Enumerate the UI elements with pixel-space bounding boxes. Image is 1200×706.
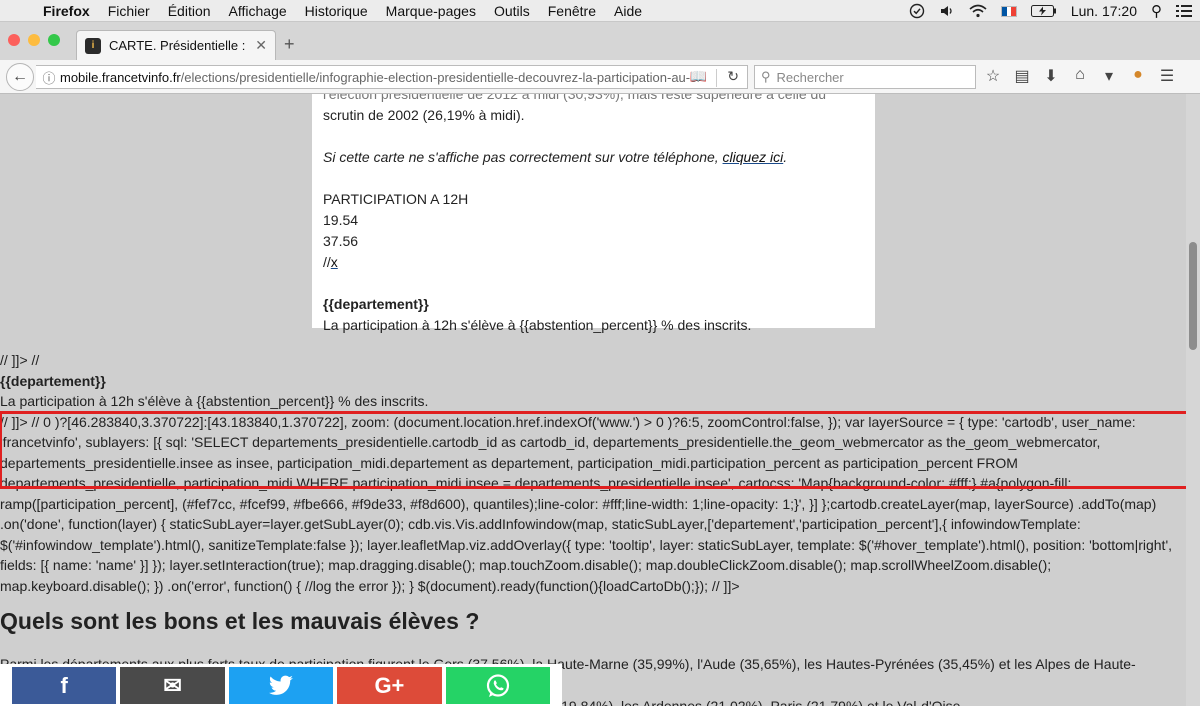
extension-icon[interactable]: ● bbox=[1129, 66, 1147, 86]
url-path: /elections/presidentielle/infographie-el… bbox=[180, 69, 697, 85]
menu-hamburger-icon[interactable]: ☰ bbox=[1158, 66, 1176, 86]
menu-edition[interactable]: Édition bbox=[159, 3, 220, 19]
window-controls bbox=[8, 34, 60, 46]
card-text-line: scrutin de 2002 (26,19% à midi). bbox=[323, 107, 525, 123]
notification-center-icon[interactable] bbox=[1176, 4, 1192, 18]
cliquez-ici-link[interactable]: cliquez ici bbox=[723, 149, 784, 165]
facebook-share-button[interactable]: f bbox=[12, 667, 117, 704]
search-placeholder: Rechercher bbox=[776, 69, 844, 85]
facebook-icon: f bbox=[60, 672, 68, 698]
card-italic-note: Si cette carte ne s'affiche pas correcte… bbox=[323, 149, 788, 165]
zoom-window-button[interactable] bbox=[48, 34, 60, 46]
wifi-icon[interactable] bbox=[969, 4, 987, 18]
tab-title: CARTE. Présidentielle : décou bbox=[109, 38, 247, 53]
volume-icon[interactable] bbox=[939, 3, 955, 19]
spotlight-search-icon[interactable]: ⚲ bbox=[1151, 2, 1162, 20]
page-scrollbar[interactable] bbox=[1186, 94, 1200, 706]
site-info-icon[interactable]: ⓘ bbox=[38, 68, 60, 87]
status-area: Lun. 17:20 ⚲ bbox=[909, 0, 1192, 22]
home-icon[interactable]: ⌂ bbox=[1071, 66, 1089, 86]
scrollbar-thumb[interactable] bbox=[1189, 242, 1197, 350]
checkmark-circle-icon[interactable] bbox=[909, 3, 925, 19]
menu-marque-pages[interactable]: Marque-pages bbox=[377, 3, 485, 19]
pocket-icon[interactable]: ▾ bbox=[1100, 66, 1118, 86]
email-share-button[interactable]: ✉ bbox=[120, 667, 225, 704]
google-plus-icon: G+ bbox=[374, 672, 405, 698]
email-icon: ✉ bbox=[163, 672, 182, 698]
google-plus-share-button[interactable]: G+ bbox=[337, 667, 442, 704]
tab-active[interactable]: i CARTE. Présidentielle : décou ✕ bbox=[76, 30, 276, 60]
raw-dept-template: {{departement}} bbox=[0, 372, 106, 389]
page-content: l'élection présidentielle de 2012 à midi… bbox=[0, 94, 1186, 706]
card-dept-text: La participation à 12h s'élève à {{abste… bbox=[323, 317, 752, 333]
close-window-button[interactable] bbox=[8, 34, 20, 46]
search-field[interactable]: ⚲ Rechercher bbox=[754, 65, 976, 89]
whatsapp-share-button[interactable]: ☏ bbox=[445, 667, 551, 704]
share-bar: f ✉ 🐦 G+ ☏ bbox=[0, 664, 562, 706]
menu-outils[interactable]: Outils bbox=[485, 3, 539, 19]
menu-aide[interactable]: Aide bbox=[605, 3, 651, 19]
menu-affichage[interactable]: Affichage bbox=[220, 3, 296, 19]
navigation-toolbar: ← ⓘ mobile.francetvinfo.fr /elections/pr… bbox=[0, 60, 1200, 94]
tab-close-icon[interactable]: ✕ bbox=[255, 37, 267, 54]
card-cut-line: l'élection présidentielle de 2012 à midi… bbox=[323, 94, 827, 102]
section-heading: Quels sont les bons et les mauvais élève… bbox=[0, 608, 480, 634]
participation-value-2: 37.56 bbox=[323, 233, 359, 249]
library-icon[interactable]: ▤ bbox=[1013, 66, 1031, 86]
twitter-icon bbox=[268, 675, 293, 695]
bookmark-star-icon[interactable]: ☆ bbox=[984, 66, 1002, 86]
whatsapp-icon bbox=[486, 673, 509, 697]
raw-dept-text: La participation à 12h s'élève à {{abste… bbox=[0, 393, 429, 409]
participation-value-1: 19.54 bbox=[323, 212, 359, 228]
reader-view-icon[interactable]: 📖 bbox=[690, 68, 707, 85]
participation-title: PARTICIPATION A 12H bbox=[323, 191, 469, 207]
article-card: l'élection présidentielle de 2012 à midi… bbox=[312, 94, 875, 333]
battery-charging-icon[interactable] bbox=[1030, 5, 1057, 17]
menu-fenetre[interactable]: Fenêtre bbox=[539, 3, 605, 19]
menu-historique[interactable]: Historique bbox=[296, 3, 377, 19]
card-dept-template: {{departement}} bbox=[323, 296, 429, 312]
menu-app-firefox[interactable]: Firefox bbox=[34, 3, 99, 19]
menu-fichier[interactable]: Fichier bbox=[99, 3, 159, 19]
highlight-box bbox=[0, 411, 1190, 489]
raw-line-1: // ]]> // bbox=[0, 352, 40, 368]
back-button[interactable]: ← bbox=[6, 63, 34, 91]
minimize-window-button[interactable] bbox=[28, 34, 40, 46]
downloads-icon[interactable]: ⬇ bbox=[1042, 66, 1060, 86]
menu-bar: Firefox Fichier Édition Affichage Histor… bbox=[0, 0, 1200, 22]
url-bar[interactable]: ⓘ mobile.francetvinfo.fr /elections/pres… bbox=[36, 65, 748, 89]
new-tab-button[interactable]: + bbox=[284, 34, 295, 55]
menu-clock[interactable]: Lun. 17:20 bbox=[1071, 3, 1137, 19]
twitter-share-button[interactable]: 🐦 bbox=[228, 667, 334, 704]
site-favicon-icon: i bbox=[85, 37, 101, 54]
x-link[interactable]: x bbox=[331, 254, 338, 270]
tab-strip: i CARTE. Présidentielle : décou ✕ + bbox=[0, 22, 1200, 60]
url-host: mobile.francetvinfo.fr bbox=[60, 69, 181, 85]
toolbar-icons: ☆ ▤ ⬇ ⌂ ▾ ● ☰ bbox=[984, 66, 1176, 86]
url-separator bbox=[716, 69, 717, 87]
search-icon: ⚲ bbox=[761, 69, 771, 84]
reload-icon[interactable]: ↻ bbox=[727, 68, 739, 85]
slashes-line: //x bbox=[323, 254, 338, 270]
french-flag-icon[interactable] bbox=[1000, 5, 1017, 17]
